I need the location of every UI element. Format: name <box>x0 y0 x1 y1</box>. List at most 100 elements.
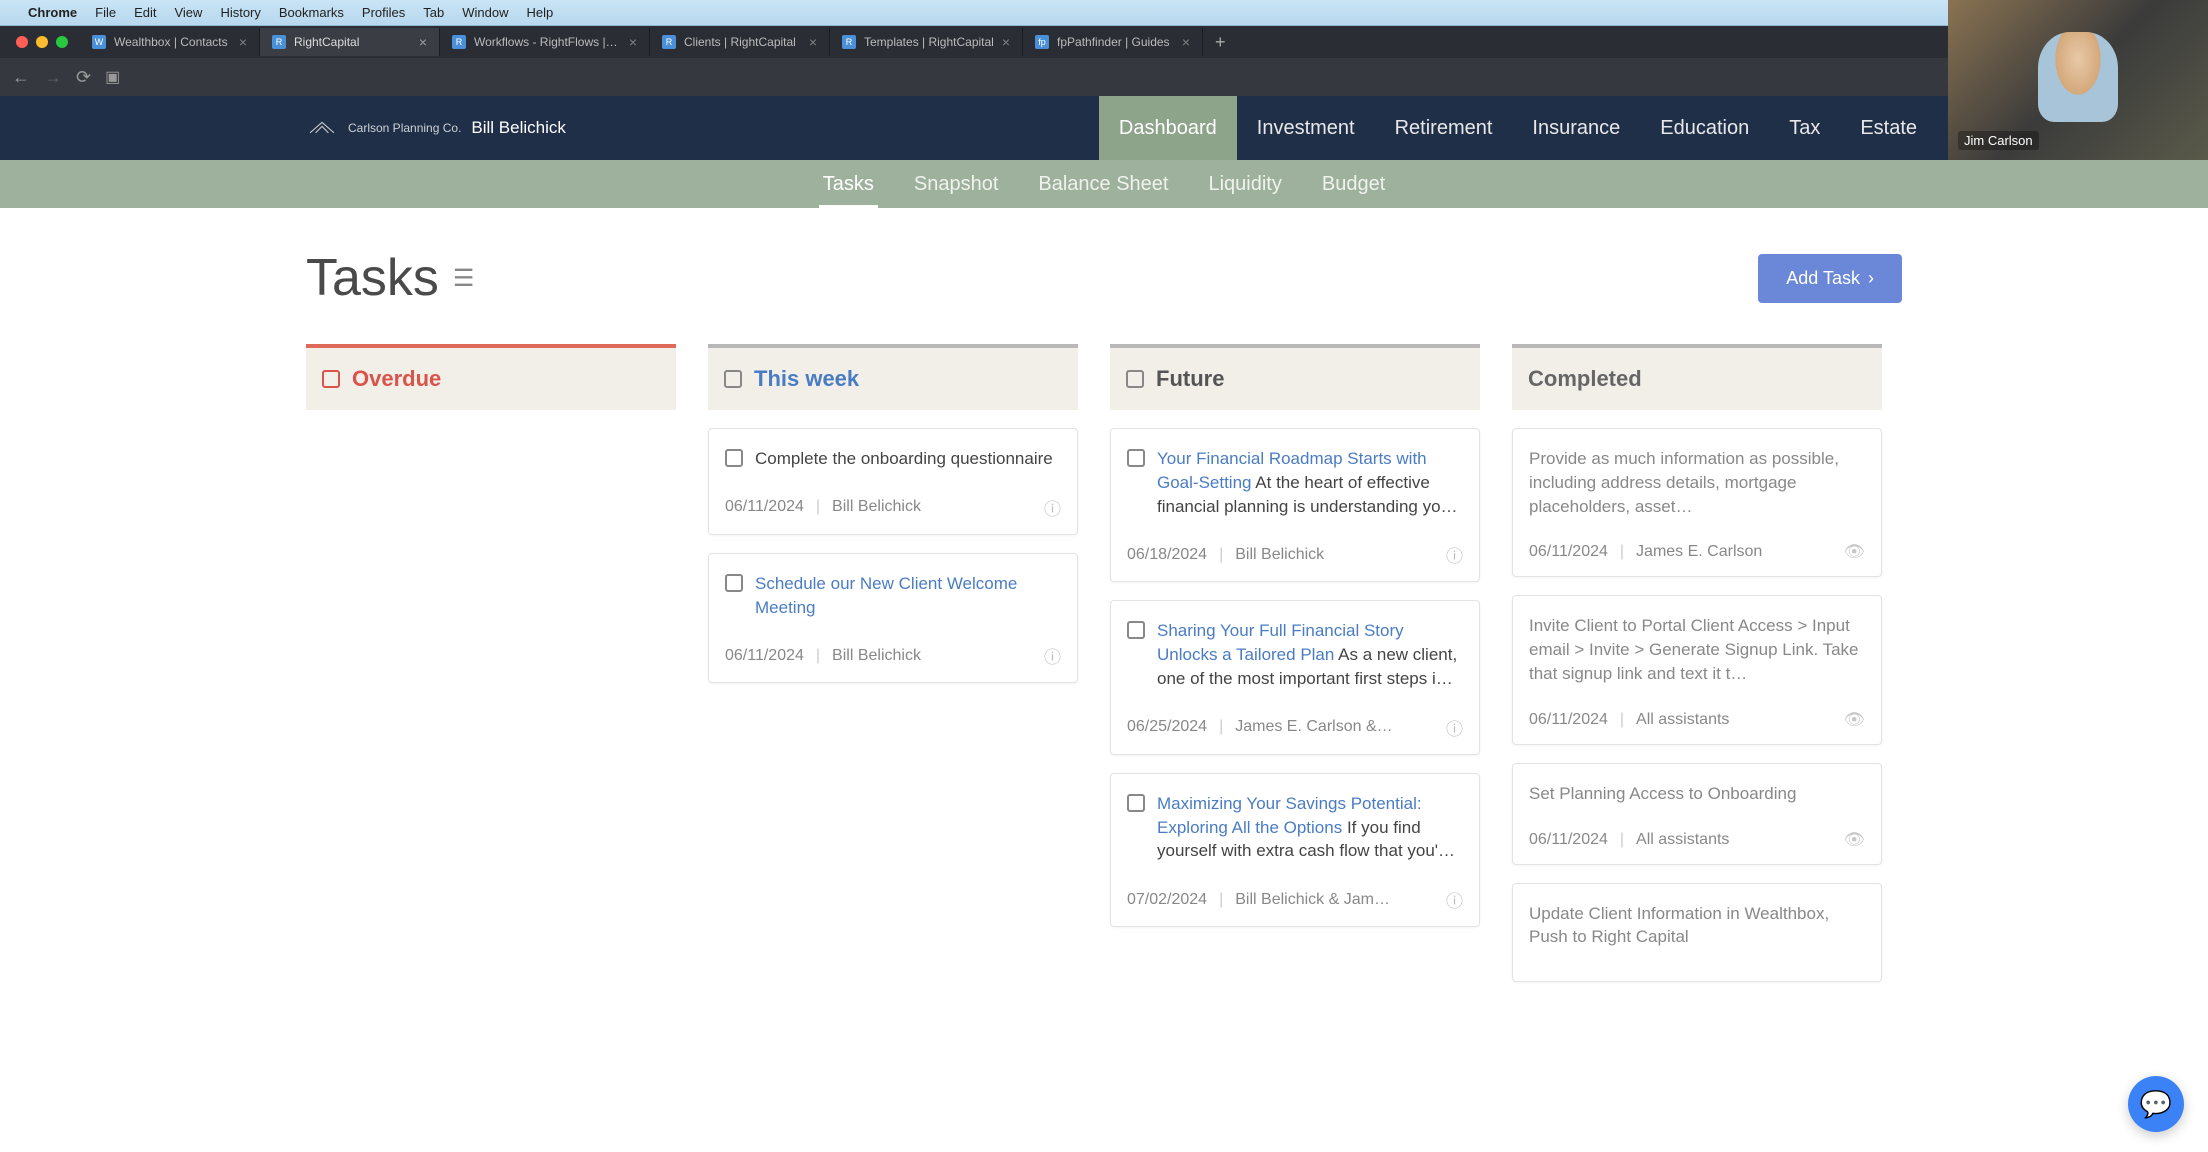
nav-estate[interactable]: Estate <box>1840 96 1937 160</box>
task-assignee: All assistants <box>1636 831 1831 849</box>
mac-menu-bookmarks[interactable]: Bookmarks <box>279 5 344 20</box>
list-view-icon[interactable]: ☰ <box>453 264 475 293</box>
back-button[interactable]: ← <box>12 67 30 88</box>
window-controls <box>4 36 80 48</box>
task-card[interactable]: Schedule our New Client Welcome Meeting … <box>708 553 1078 684</box>
browser-tab-strip: WWealthbox | Contacts× RRightCapital× R W… <box>0 26 2208 58</box>
mac-menu-view[interactable]: View <box>174 5 202 20</box>
subnav-balance-sheet[interactable]: Balance Sheet <box>1034 163 1172 206</box>
browser-tab[interactable]: fpfpPathfinder | Guides× <box>1023 28 1203 56</box>
mac-menu-help[interactable]: Help <box>527 5 554 20</box>
subnav-tasks[interactable]: Tasks <box>819 163 878 206</box>
task-text: Invite Client to Portal Client Access > … <box>1529 614 1865 685</box>
task-checkbox[interactable] <box>1127 449 1145 467</box>
browser-tab[interactable]: RTemplates | RightCapital× <box>830 28 1023 56</box>
column-header-overdue[interactable]: Overdue <box>306 344 676 410</box>
task-card[interactable]: Update Client Information in Wealthbox, … <box>1512 883 1882 983</box>
task-card[interactable]: Provide as much information as possible,… <box>1512 428 1882 577</box>
home-button[interactable]: ▣ <box>105 67 120 87</box>
logo-icon <box>306 116 338 140</box>
browser-tab[interactable]: WWealthbox | Contacts× <box>80 28 260 56</box>
task-checkbox[interactable] <box>725 574 743 592</box>
task-date: 06/11/2024 <box>725 498 804 516</box>
reload-button[interactable]: ⟳ <box>76 67 91 88</box>
task-card[interactable]: Your Financial Roadmap Starts with Goal-… <box>1110 428 1480 582</box>
tab-title: Workflows - RightFlows | Ri… <box>474 35 621 49</box>
forward-button[interactable]: → <box>44 67 62 88</box>
task-date: 06/11/2024 <box>1529 543 1608 561</box>
new-tab-button[interactable]: + <box>1203 32 1238 53</box>
task-checkbox[interactable] <box>1127 621 1145 639</box>
browser-tab[interactable]: RRightCapital× <box>260 28 440 56</box>
task-checkbox[interactable] <box>725 449 743 467</box>
page-title: Tasks ☰ <box>306 248 474 308</box>
task-assignee: Bill Belichick <box>832 498 1032 516</box>
close-tab-icon[interactable]: × <box>1002 34 1010 50</box>
task-card[interactable]: Sharing Your Full Financial Story Unlock… <box>1110 600 1480 754</box>
subnav-budget[interactable]: Budget <box>1318 163 1389 206</box>
subnav-liquidity[interactable]: Liquidity <box>1204 163 1285 206</box>
column-this-week: This week Complete the onboarding questi… <box>708 344 1078 982</box>
browser-toolbar: ← → ⟳ ▣ 🔍 <box>0 58 2208 96</box>
mac-menu-tab[interactable]: Tab <box>423 5 444 20</box>
add-task-button[interactable]: Add Task › <box>1758 254 1902 303</box>
nav-education[interactable]: Education <box>1640 96 1769 160</box>
mac-menu-history[interactable]: History <box>220 5 260 20</box>
close-tab-icon[interactable]: × <box>629 34 637 50</box>
task-card[interactable]: Invite Client to Portal Client Access > … <box>1512 595 1882 744</box>
close-tab-icon[interactable]: × <box>419 34 427 50</box>
info-icon[interactable]: ⓘ <box>1446 542 1463 567</box>
hidden-icon[interactable]: 👁 <box>1843 710 1865 730</box>
mac-menu-edit[interactable]: Edit <box>134 5 156 20</box>
column-title: Overdue <box>352 366 441 392</box>
task-date: 06/25/2024 <box>1127 718 1207 736</box>
chat-bubble-button[interactable]: 💬 <box>2128 1076 2184 1132</box>
info-icon[interactable]: ⓘ <box>1044 643 1061 668</box>
hidden-icon[interactable]: 👁 <box>1843 542 1865 562</box>
column-header-future[interactable]: Future <box>1110 344 1480 410</box>
nav-insurance[interactable]: Insurance <box>1512 96 1640 160</box>
nav-retirement[interactable]: Retirement <box>1375 96 1513 160</box>
maximize-window-button[interactable] <box>56 36 68 48</box>
mac-menu-file[interactable]: File <box>95 5 116 20</box>
task-card[interactable]: Complete the onboarding questionnaire 06… <box>708 428 1078 535</box>
column-header-thisweek[interactable]: This week <box>708 344 1078 410</box>
column-future: Future Your Financial Roadmap Starts wit… <box>1110 344 1480 982</box>
browser-tab[interactable]: RClients | RightCapital× <box>650 28 830 56</box>
task-checkbox[interactable] <box>1127 794 1145 812</box>
close-tab-icon[interactable]: × <box>1182 34 1190 50</box>
column-header-completed[interactable]: Completed <box>1512 344 1882 410</box>
subnav-snapshot[interactable]: Snapshot <box>910 163 1003 206</box>
mac-menu-window[interactable]: Window <box>462 5 508 20</box>
info-icon[interactable]: ⓘ <box>1044 495 1061 520</box>
task-text: Schedule our New Client Welcome Meeting <box>755 572 1061 620</box>
favicon-icon: R <box>272 35 286 49</box>
minimize-window-button[interactable] <box>36 36 48 48</box>
nav-investment[interactable]: Investment <box>1237 96 1375 160</box>
tab-title: Templates | RightCapital <box>864 35 994 49</box>
mac-menu-bar: Chrome File Edit View History Bookmarks … <box>0 0 2208 26</box>
tab-title: fpPathfinder | Guides <box>1057 35 1174 49</box>
task-card[interactable]: Maximizing Your Savings Potential: Explo… <box>1110 773 1480 927</box>
task-card[interactable]: Set Planning Access to Onboarding 06/11/… <box>1512 763 1882 865</box>
checkbox-icon[interactable] <box>1126 370 1144 388</box>
client-name[interactable]: Bill Belichick <box>471 118 565 138</box>
company-logo[interactable]: Carlson Planning Co. <box>306 116 461 140</box>
mac-menu-profiles[interactable]: Profiles <box>362 5 405 20</box>
mac-app-name[interactable]: Chrome <box>28 5 77 20</box>
hidden-icon[interactable]: 👁 <box>1843 830 1865 850</box>
checkbox-icon[interactable] <box>322 370 340 388</box>
browser-tab[interactable]: RWorkflows - RightFlows | Ri…× <box>440 28 650 56</box>
info-icon[interactable]: ⓘ <box>1446 715 1463 740</box>
close-tab-icon[interactable]: × <box>809 34 817 50</box>
column-completed: Completed Provide as much information as… <box>1512 344 1882 982</box>
checkbox-icon[interactable] <box>724 370 742 388</box>
nav-tax[interactable]: Tax <box>1769 96 1840 160</box>
info-icon[interactable]: ⓘ <box>1446 887 1463 912</box>
sub-nav: Tasks Snapshot Balance Sheet Liquidity B… <box>0 160 2208 208</box>
tab-title: Clients | RightCapital <box>684 35 801 49</box>
task-date: 06/11/2024 <box>1529 711 1608 729</box>
nav-dashboard[interactable]: Dashboard <box>1099 96 1237 160</box>
close-window-button[interactable] <box>16 36 28 48</box>
close-tab-icon[interactable]: × <box>239 34 247 50</box>
